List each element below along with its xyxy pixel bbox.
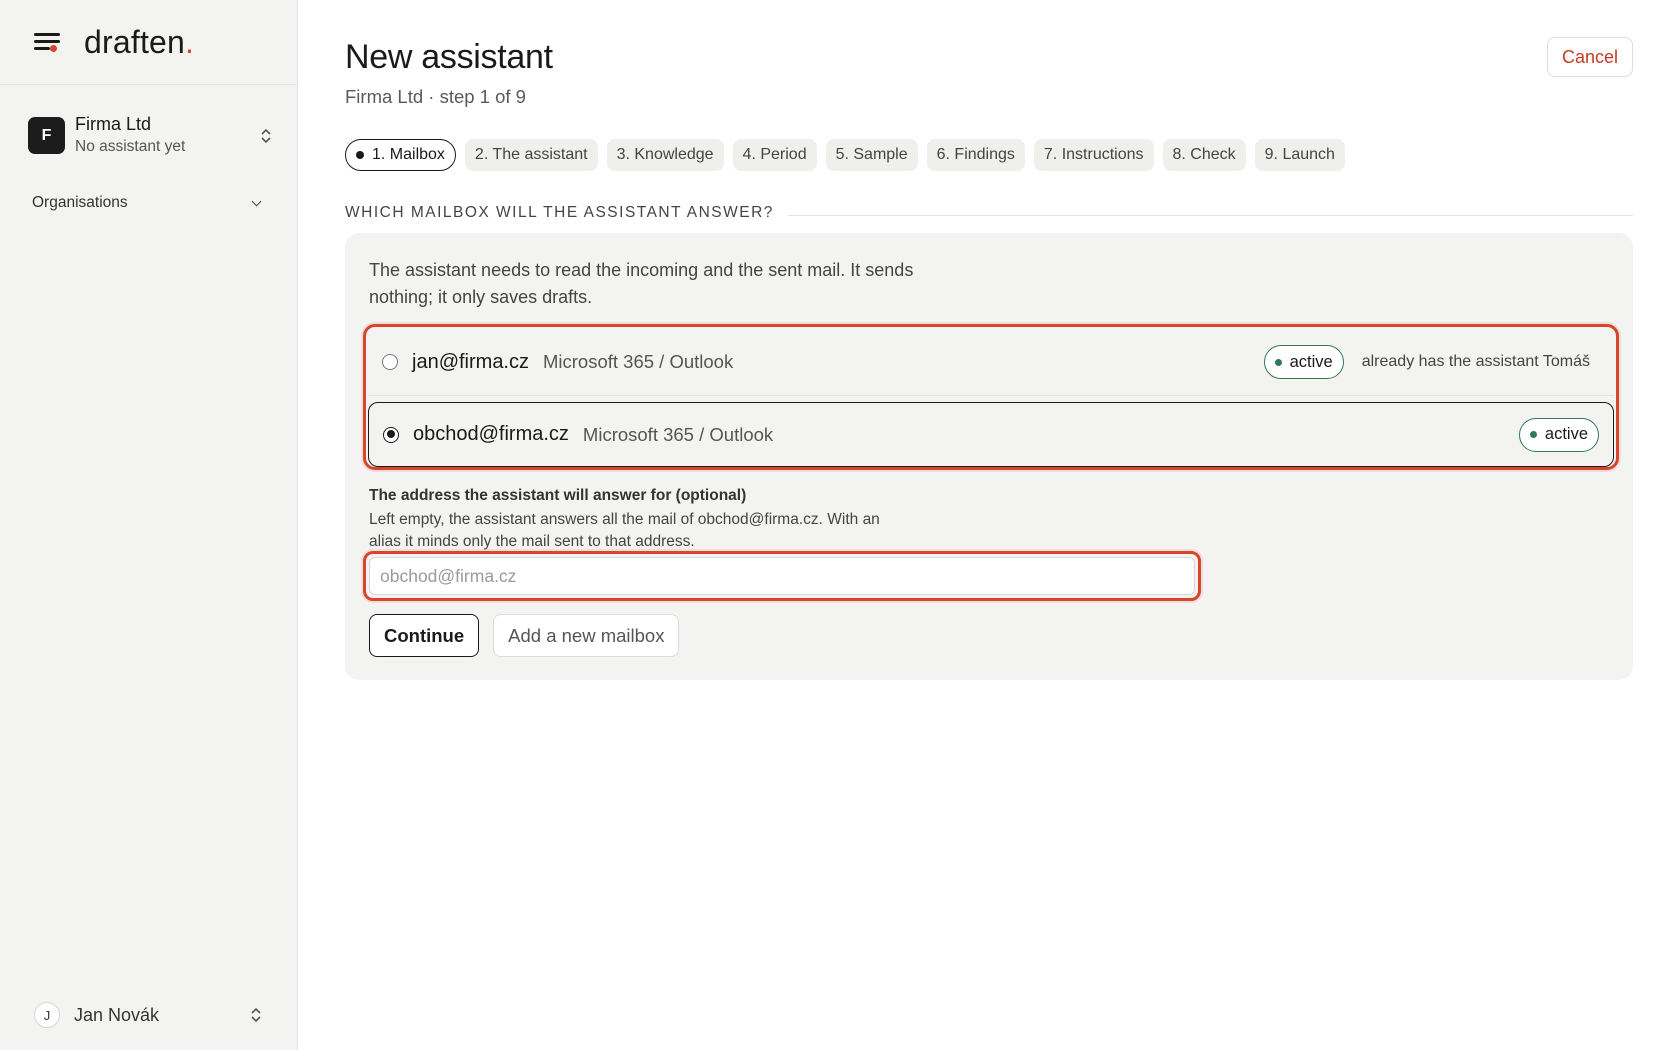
- section-title: Which mailbox will the assistant answer?: [345, 204, 774, 221]
- chevron-down-icon: [251, 197, 263, 209]
- org-switcher[interactable]: F Firma Ltd No assistant yet: [28, 113, 273, 158]
- step-period[interactable]: 4. Period: [732, 139, 817, 171]
- mailbox-option[interactable]: jan@firma.cz Microsoft 365 / Outlook act…: [368, 329, 1614, 396]
- mailbox-provider: Microsoft 365 / Outlook: [543, 351, 734, 372]
- step-findings[interactable]: 6. Findings: [926, 139, 1025, 171]
- mailbox-options: jan@firma.cz Microsoft 365 / Outlook act…: [363, 324, 1619, 470]
- user-switcher[interactable]: J Jan Novák: [34, 1002, 263, 1028]
- mailbox-note: already has the assistant Tomáš: [1361, 353, 1590, 370]
- org-status: No assistant yet: [75, 138, 186, 155]
- org-name: Firma Ltd: [75, 114, 152, 134]
- logo: draften.: [84, 23, 195, 60]
- step-mailbox[interactable]: 1. Mailbox: [345, 139, 456, 171]
- add-mailbox-button[interactable]: Add a new mailbox: [493, 614, 680, 657]
- mailbox-email: obchod@firma.cz: [413, 423, 569, 445]
- step-knowledge[interactable]: 3. Knowledge: [606, 139, 724, 171]
- sidebar: draften. F Firma Ltd No assistant yet Or…: [0, 0, 298, 1050]
- status-badge: active: [1518, 417, 1599, 452]
- org-avatar: F: [28, 117, 65, 154]
- status-dot-icon: [1274, 358, 1282, 366]
- step-sample[interactable]: 5. Sample: [825, 139, 918, 171]
- updown-icon: [249, 1005, 263, 1025]
- mailbox-option-selected[interactable]: obchod@firma.cz Microsoft 365 / Outlook …: [368, 402, 1614, 467]
- menu-icon[interactable]: [34, 31, 60, 53]
- status-badge: active: [1263, 345, 1344, 379]
- section-divider: [787, 215, 1633, 216]
- nav-organisations-label: Organisations: [32, 194, 128, 211]
- wizard-steps: 1. Mailbox 2. The assistant 3. Knowledge…: [345, 139, 1345, 171]
- brand-header: draften.: [0, 0, 297, 85]
- nav-organisations[interactable]: Organisations: [32, 194, 263, 212]
- mailbox-provider: Microsoft 365 / Outlook: [582, 423, 774, 445]
- radio-button[interactable]: [382, 354, 398, 370]
- radio-button-selected[interactable]: [383, 426, 399, 443]
- alias-label: The address the assistant will answer fo…: [369, 487, 747, 504]
- alias-input-wrapper: [363, 551, 1201, 601]
- user-avatar: J: [34, 1002, 60, 1028]
- active-step-dot: [356, 151, 364, 159]
- step-check[interactable]: 8. Check: [1162, 139, 1246, 171]
- status-dot-icon: [1529, 431, 1537, 438]
- action-buttons: Continue Add a new mailbox: [369, 614, 680, 657]
- continue-button[interactable]: Continue: [369, 614, 480, 657]
- intro-text: The assistant needs to read the incoming…: [369, 260, 914, 307]
- alias-help: Left empty, the assistant answers all th…: [369, 511, 880, 550]
- updown-icon: [259, 126, 273, 146]
- page-subtitle: Firma Ltd · step 1 of 9: [345, 86, 526, 107]
- mailbox-email: jan@firma.cz: [412, 350, 529, 373]
- section-header: Which mailbox will the assistant answer?: [345, 204, 1633, 222]
- user-name: Jan Novák: [74, 1004, 160, 1025]
- step-launch[interactable]: 9. Launch: [1254, 139, 1345, 171]
- step-assistant[interactable]: 2. The assistant: [464, 139, 598, 171]
- page-title: New assistant: [345, 38, 553, 76]
- step-instructions[interactable]: 7. Instructions: [1033, 139, 1154, 171]
- mailbox-panel: The assistant needs to read the incoming…: [345, 233, 1633, 680]
- alias-input[interactable]: [369, 557, 1195, 595]
- cancel-button[interactable]: Cancel: [1546, 37, 1633, 77]
